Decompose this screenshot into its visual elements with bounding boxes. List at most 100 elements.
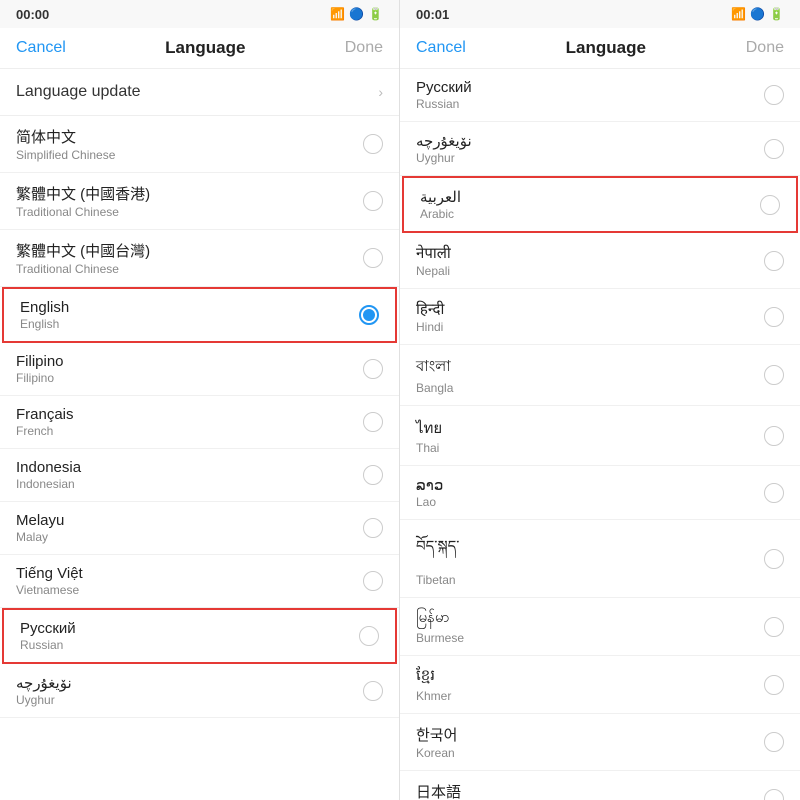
lang-name: 日本語 <box>416 781 468 800</box>
lang-sub: Nepali <box>416 264 451 278</box>
radio-button[interactable] <box>764 483 784 503</box>
list-item[interactable]: IndonesiaIndonesian <box>0 449 399 502</box>
done-button-right[interactable]: Done <box>746 39 784 57</box>
nav-bar-left: Cancel Language Done <box>0 28 399 69</box>
list-item[interactable]: EnglishEnglish <box>2 287 397 343</box>
status-icons-left: 📶 🔵 🔋 <box>330 7 383 21</box>
lang-name: ລາວ <box>416 476 443 494</box>
list-item[interactable]: FrançaisFrench <box>0 396 399 449</box>
radio-button[interactable] <box>764 675 784 695</box>
lang-sub: Malay <box>16 530 64 544</box>
list-item[interactable]: ລາວLao <box>400 466 800 520</box>
radio-button[interactable] <box>363 412 383 432</box>
list-item[interactable]: 繁體中文 (中國台灣)Traditional Chinese <box>0 230 399 287</box>
lang-sub: Uyghur <box>16 693 72 707</box>
done-button-left[interactable]: Done <box>345 39 383 57</box>
radio-button[interactable] <box>764 139 784 159</box>
cancel-button-left[interactable]: Cancel <box>16 39 66 57</box>
list-item[interactable]: 繁體中文 (中國香港)Traditional Chinese <box>0 173 399 230</box>
lang-name: 한국어 <box>416 724 457 745</box>
lang-sub: English <box>20 317 69 331</box>
lang-sub: Hindi <box>416 320 444 334</box>
radio-button[interactable] <box>363 518 383 538</box>
radio-button[interactable] <box>760 195 780 215</box>
radio-button[interactable] <box>359 626 379 646</box>
lang-sub: Uyghur <box>416 151 472 165</box>
lang-name: Tiếng Việt <box>16 565 83 582</box>
list-item[interactable]: বাংলাBangla <box>400 345 800 406</box>
lang-sub: Filipino <box>16 371 64 385</box>
radio-button[interactable] <box>764 617 784 637</box>
list-item[interactable]: 简体中文Simplified Chinese <box>0 116 399 173</box>
lang-name: བོད་སྐད་ <box>416 530 459 572</box>
radio-button[interactable] <box>764 789 784 800</box>
cancel-button-right[interactable]: Cancel <box>416 39 466 57</box>
right-panel: 00:01 📶 🔵 🔋 Cancel Language Done Русский… <box>400 0 800 800</box>
status-icons-right: 📶 🔵 🔋 <box>731 7 784 21</box>
list-item[interactable]: བོད་སྐད་Tibetan <box>400 520 800 598</box>
lang-name: Русский <box>416 79 472 96</box>
lang-sub: Tibetan <box>416 573 459 587</box>
list-item[interactable]: FilipinoFilipino <box>0 343 399 396</box>
lang-name: نۆيغۇرچە <box>416 132 472 150</box>
list-item[interactable]: Tiếng ViệtVietnamese <box>0 555 399 608</box>
lang-name: Русский <box>20 620 76 637</box>
lang-sub: Bangla <box>416 381 453 395</box>
lang-name: Français <box>16 406 74 423</box>
list-item[interactable]: नेपालीNepali <box>400 233 800 289</box>
lang-sub: Russian <box>416 97 472 111</box>
radio-button[interactable] <box>363 571 383 591</box>
wifi-icon-2: 📶 <box>731 7 746 21</box>
radio-button[interactable] <box>359 305 379 325</box>
radio-button[interactable] <box>363 134 383 154</box>
nav-bar-right: Cancel Language Done <box>400 28 800 69</box>
lang-sub: Thai <box>416 441 442 455</box>
radio-button[interactable] <box>363 248 383 268</box>
list-item[interactable]: РусскийRussian <box>2 608 397 664</box>
radio-button[interactable] <box>363 359 383 379</box>
lang-sub: Russian <box>20 638 76 652</box>
lang-sub: Simplified Chinese <box>16 148 115 162</box>
list-item[interactable]: نۆيغۇرچەUyghur <box>0 664 399 718</box>
time-left: 00:00 <box>16 7 49 22</box>
chevron-right-icon: › <box>378 84 383 100</box>
list-item[interactable]: 日本語Japanese <box>400 771 800 800</box>
list-item[interactable]: ไทยThai <box>400 406 800 466</box>
time-right: 00:01 <box>416 7 449 22</box>
radio-button[interactable] <box>363 191 383 211</box>
radio-button[interactable] <box>764 732 784 752</box>
lang-name: हिन्दी <box>416 299 444 319</box>
lang-name: Filipino <box>16 353 64 370</box>
lang-name: မြန်မာ <box>416 608 464 630</box>
radio-button[interactable] <box>363 681 383 701</box>
list-item[interactable]: မြန်မာBurmese <box>400 598 800 656</box>
lang-name: ខ្មែរ <box>416 666 451 688</box>
radio-button[interactable] <box>764 549 784 569</box>
lang-sub: Korean <box>416 746 457 760</box>
radio-button[interactable] <box>764 251 784 271</box>
list-item[interactable]: نۆيغۇرچەUyghur <box>400 122 800 176</box>
bluetooth-icon-2: 🔵 <box>750 7 765 21</box>
bluetooth-icon: 🔵 <box>349 7 364 21</box>
lang-sub: Lao <box>416 495 443 509</box>
radio-button[interactable] <box>363 465 383 485</box>
page-title-right: Language <box>566 38 646 58</box>
battery-icon: 🔋 <box>368 7 383 21</box>
list-item[interactable]: العربيةArabic <box>402 176 798 233</box>
radio-button[interactable] <box>764 426 784 446</box>
list-item[interactable]: РусскийRussian <box>400 69 800 122</box>
radio-button[interactable] <box>764 85 784 105</box>
list-item[interactable]: ខ្មែរKhmer <box>400 656 800 714</box>
lang-sub: Traditional Chinese <box>16 205 150 219</box>
radio-button[interactable] <box>764 365 784 385</box>
lang-name: 简体中文 <box>16 126 115 147</box>
language-update-row[interactable]: Language update › <box>0 69 399 116</box>
lang-sub: Indonesian <box>16 477 81 491</box>
radio-button[interactable] <box>764 307 784 327</box>
lang-name: نۆيغۇرچە <box>16 674 72 692</box>
lang-name: ไทย <box>416 416 442 440</box>
lang-name: 繁體中文 (中國香港) <box>16 183 150 204</box>
list-item[interactable]: MelayuMalay <box>0 502 399 555</box>
list-item[interactable]: हिन्दीHindi <box>400 289 800 345</box>
list-item[interactable]: 한국어Korean <box>400 714 800 771</box>
